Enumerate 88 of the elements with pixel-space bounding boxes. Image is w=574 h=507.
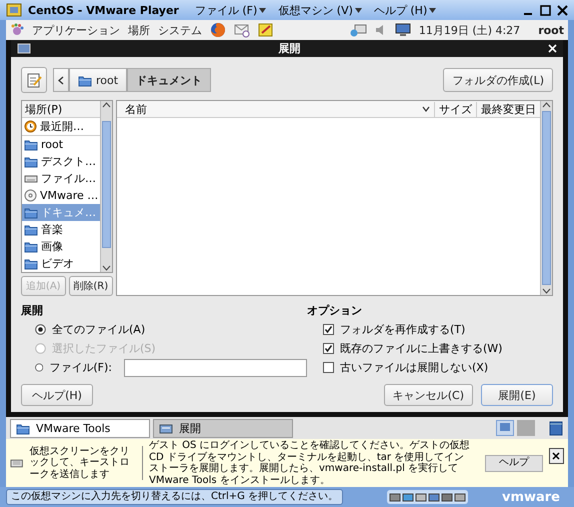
menu-item[interactable]: ヘルプ (H)	[374, 2, 428, 18]
dialog-icon	[17, 42, 31, 54]
archive-icon	[159, 422, 173, 434]
scroll-up-icon[interactable]	[542, 101, 551, 109]
path-button[interactable]: ドキュメント	[127, 68, 212, 92]
folder-icon	[24, 223, 38, 236]
info-message: ゲスト OS にログインしていることを確認してください。ゲストの仮想 CD ドライブをマウントし、ターミナルを起動し、tar を使用してインストーラを展開します。展開したら、vmware-install.pl を実行して VMware Tools をインストールします。	[149, 440, 471, 486]
scrollbar-thumb[interactable]	[542, 111, 551, 285]
checkbox[interactable]	[323, 343, 334, 354]
folder-icon	[24, 240, 38, 253]
taskbar-button[interactable]: VMware Tools	[10, 418, 150, 438]
mail-icon[interactable]	[234, 22, 250, 38]
scroll-up-icon[interactable]	[102, 101, 111, 109]
folder-icon	[24, 206, 38, 219]
place-item[interactable]: ファイル…	[22, 170, 100, 187]
clock: 11月19日 (土) 4:27	[418, 22, 520, 38]
panel-menu[interactable]: アプリケーション	[32, 22, 120, 38]
radio-label[interactable]: 全てのファイル(A)	[52, 322, 146, 337]
sort-caret-icon[interactable]	[422, 106, 430, 112]
network-icon	[348, 23, 367, 37]
vmware-app-icon	[6, 3, 22, 17]
section-heading: オプション	[307, 303, 363, 317]
dialog-title: 展開	[278, 41, 300, 56]
edit-location-button[interactable]	[21, 67, 47, 93]
place-item[interactable]: 画像	[22, 238, 100, 255]
place-item[interactable]: 音楽	[22, 221, 100, 238]
place-item[interactable]: 最近開…	[22, 118, 100, 136]
close-button[interactable]	[548, 448, 564, 464]
path-button[interactable]: root	[69, 68, 128, 92]
create-folder-button[interactable]: フォルダの作成(L)	[443, 68, 553, 92]
close-icon	[552, 452, 560, 460]
file-field[interactable]	[124, 358, 307, 376]
column-header[interactable]: 最終変更日	[477, 102, 540, 116]
scrollbar-thumb[interactable]	[102, 121, 111, 248]
vmware-logo: vmware	[502, 490, 560, 504]
checkbox-label[interactable]: 古いファイルは展開しない(X)	[340, 360, 488, 375]
place-item[interactable]: VMware …	[22, 187, 100, 204]
clock-icon	[24, 120, 37, 133]
folder-icon	[24, 257, 38, 270]
place-item[interactable]: デスクト…	[22, 153, 100, 170]
dialog-button[interactable]: キャンセル(C)	[384, 384, 473, 406]
caret-icon	[259, 8, 266, 12]
place-item[interactable]: ビデオ	[22, 255, 100, 272]
folder-icon	[24, 155, 38, 168]
chevron-left-icon	[58, 76, 64, 84]
folder-icon	[78, 74, 92, 86]
close-icon[interactable]	[557, 4, 568, 16]
notepad-icon[interactable]	[258, 22, 274, 38]
place-item[interactable]: root	[22, 136, 100, 153]
folder-icon	[16, 422, 30, 434]
checkbox-label[interactable]: 既存のファイルに上書きする(W)	[340, 341, 502, 356]
caret-icon	[429, 8, 436, 12]
disc-icon	[24, 189, 37, 202]
column-header[interactable]: 名前	[121, 102, 151, 116]
column-header[interactable]: サイズ	[435, 102, 477, 116]
radio-button[interactable]	[35, 324, 46, 335]
keyboard-icon	[10, 458, 24, 468]
taskbar-button[interactable]: 展開	[153, 418, 293, 438]
help-button[interactable]: ヘルプ	[484, 454, 543, 472]
display-icon	[394, 23, 411, 37]
back-button[interactable]	[53, 68, 69, 92]
remove-button[interactable]: 削除(R)	[68, 276, 113, 296]
menu-item[interactable]: ファイル (F)	[194, 2, 258, 18]
radio-label[interactable]: ファイル(F):	[49, 360, 112, 375]
user-name: root	[538, 24, 564, 36]
maximize-icon[interactable]	[540, 4, 551, 16]
section-heading: 展開	[21, 303, 44, 317]
display-icon[interactable]	[496, 420, 514, 436]
scroll-down-icon[interactable]	[102, 264, 111, 272]
foot-icon	[10, 23, 24, 37]
status-text: この仮想マシンに入力先を切り替えるには、Ctrl+G を押してください。	[6, 489, 344, 505]
scroll-down-icon[interactable]	[542, 287, 551, 295]
panel-menu[interactable]: 場所	[128, 22, 150, 38]
help-button[interactable]: ヘルプ(H)	[21, 384, 93, 406]
menu-item[interactable]: 仮想マシン (V)	[278, 2, 353, 18]
panel-menu[interactable]: システム	[158, 22, 202, 38]
checkbox[interactable]	[323, 324, 334, 335]
folder-icon	[24, 138, 38, 151]
firefox-icon[interactable]	[210, 22, 226, 38]
checkbox-label[interactable]: フォルダを再作成する(T)	[340, 322, 466, 337]
column-header[interactable]: 場所(P)	[22, 101, 100, 118]
radio-button[interactable]	[35, 362, 44, 373]
hint-text: 仮想スクリーンをクリックして、キーストロークを送信します	[29, 446, 143, 480]
notepad-icon	[26, 72, 42, 88]
checkbox[interactable]	[323, 362, 334, 373]
dialog-button[interactable]: 展開(E)	[481, 384, 553, 406]
window-title: CentOS - VMware Player	[28, 4, 179, 16]
caret-icon	[354, 8, 362, 12]
